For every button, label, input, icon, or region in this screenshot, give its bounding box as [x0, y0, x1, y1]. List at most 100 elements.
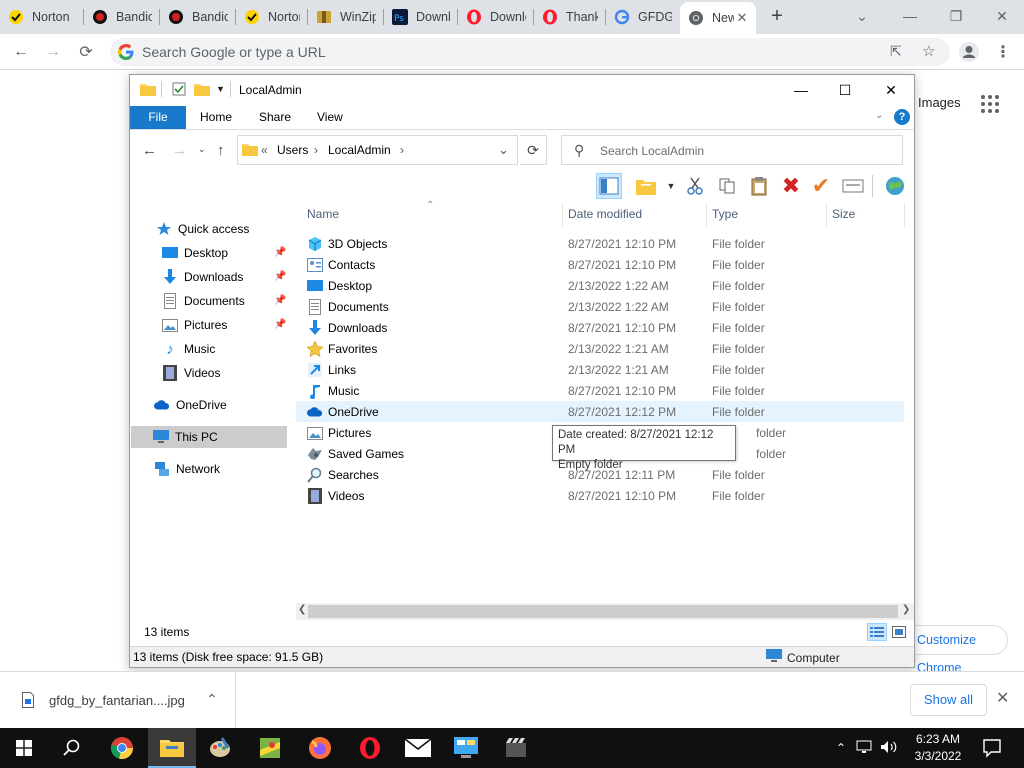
file-row[interactable]: Downloads 8/27/2021 12:10 PM File folder: [296, 317, 904, 338]
back-icon[interactable]: ←: [142, 142, 157, 159]
notifications-icon[interactable]: [982, 738, 1002, 761]
show-hidden-icons-icon[interactable]: ⌃: [836, 741, 846, 755]
column-name[interactable]: Name: [307, 207, 339, 221]
tab-search-icon[interactable]: ⌄: [848, 4, 876, 28]
file-row[interactable]: Favorites 2/13/2022 1:21 AM File folder: [296, 338, 904, 359]
column-divider[interactable]: [706, 203, 707, 227]
breadcrumb-users[interactable]: Users: [277, 143, 308, 157]
network-globe-icon[interactable]: [882, 173, 908, 199]
browser-tab[interactable]: Norton: [236, 2, 306, 32]
bookmark-star-icon[interactable]: ☆: [922, 42, 935, 60]
column-divider[interactable]: [826, 203, 827, 227]
column-type[interactable]: Type: [712, 207, 738, 221]
nav-network[interactable]: Network: [154, 458, 220, 480]
minimize-icon[interactable]: —: [896, 4, 924, 28]
breadcrumb-overflow[interactable]: «: [261, 143, 268, 157]
delete-icon[interactable]: ✖: [778, 173, 804, 199]
opera-icon[interactable]: [346, 728, 394, 768]
close-icon[interactable]: ✕: [868, 77, 914, 103]
reload-icon[interactable]: ⟳: [75, 41, 97, 63]
download-item[interactable]: gfdg_by_fantarian....jpg ⌃: [0, 672, 236, 728]
volume-icon[interactable]: [880, 740, 898, 757]
nav-videos[interactable]: Videos: [162, 362, 220, 384]
close-shelf-icon[interactable]: ✕: [996, 688, 1009, 708]
restore-icon[interactable]: ❐: [942, 4, 970, 28]
help-icon[interactable]: ?: [894, 109, 910, 125]
address-dropdown-icon[interactable]: ⌄: [498, 142, 509, 158]
images-link[interactable]: Images: [918, 95, 961, 110]
maps-app-icon[interactable]: [246, 728, 294, 768]
nav-documents[interactable]: Documents: [162, 290, 245, 312]
nav-this-pc[interactable]: This PC: [131, 426, 287, 448]
search-icon[interactable]: [48, 728, 96, 768]
forward-icon[interactable]: →: [42, 41, 64, 63]
nav-downloads[interactable]: Downloads: [162, 266, 243, 288]
mail-icon[interactable]: [394, 728, 442, 768]
tab-home[interactable]: Home: [200, 106, 232, 129]
expand-ribbon-icon[interactable]: ⌄: [875, 110, 883, 121]
browser-tab[interactable]: Bandicam: [84, 2, 158, 32]
nav-quick-access[interactable]: Quick access: [156, 218, 249, 240]
horizontal-scrollbar[interactable]: ❮ ❯: [296, 603, 914, 620]
rename-check-icon[interactable]: ✔: [808, 173, 834, 199]
file-row[interactable]: 3D Objects 8/27/2021 12:10 PM File folder: [296, 233, 904, 254]
minimize-icon[interactable]: —: [778, 77, 824, 103]
new-tab-button[interactable]: +: [766, 6, 788, 28]
search-box[interactable]: ⚲: [561, 135, 903, 165]
apps-grid-icon[interactable]: [980, 94, 1000, 117]
video-editor-icon[interactable]: [492, 728, 540, 768]
close-icon[interactable]: ✕: [988, 4, 1016, 28]
file-row[interactable]: Links 2/13/2022 1:21 AM File folder: [296, 359, 904, 380]
share-icon[interactable]: ⇱: [890, 43, 902, 60]
column-divider[interactable]: [562, 203, 563, 227]
column-date-modified[interactable]: Date modified: [568, 207, 642, 221]
breadcrumb-localadmin[interactable]: LocalAdmin: [328, 143, 391, 157]
copy-icon[interactable]: [714, 173, 740, 199]
refresh-icon[interactable]: ⟳: [520, 135, 547, 165]
file-row[interactable]: OneDrive 8/27/2021 12:12 PM File folder: [296, 401, 904, 422]
forward-icon[interactable]: →: [172, 142, 187, 159]
browser-tab[interactable]: Download: [458, 2, 532, 32]
new-folder-icon[interactable]: [194, 82, 210, 99]
customize-qat-icon[interactable]: ▼: [216, 84, 225, 94]
nav-music[interactable]: ♪ Music: [162, 338, 215, 360]
scroll-left-icon[interactable]: ❮: [298, 604, 306, 615]
chrome-menu-icon[interactable]: ⋮: [992, 41, 1014, 63]
file-row[interactable]: Music 8/27/2021 12:10 PM File folder: [296, 380, 904, 401]
nav-desktop[interactable]: Desktop: [162, 242, 228, 264]
profile-avatar-icon[interactable]: [958, 41, 980, 63]
new-item-dropdown-icon[interactable]: ▼: [658, 173, 684, 199]
browser-tab[interactable]: GFDG: [606, 2, 678, 32]
new-item-icon[interactable]: [634, 173, 660, 199]
browser-tab[interactable]: Thank: [534, 2, 604, 32]
omnibox[interactable]: ⇱ ☆: [110, 38, 950, 66]
network-status-icon[interactable]: [856, 740, 872, 757]
file-explorer-icon[interactable]: [148, 728, 196, 768]
breadcrumb-separator-icon[interactable]: ›: [400, 143, 404, 157]
chrome-icon[interactable]: [98, 728, 146, 768]
file-row[interactable]: Desktop 2/13/2022 1:22 AM File folder: [296, 275, 904, 296]
control-panel-icon[interactable]: [442, 728, 490, 768]
column-size[interactable]: Size: [832, 207, 855, 221]
search-input[interactable]: [600, 142, 890, 160]
firefox-icon[interactable]: [296, 728, 344, 768]
nav-pictures[interactable]: Pictures: [162, 314, 227, 336]
column-divider[interactable]: [904, 203, 905, 227]
address-bar[interactable]: « Users › LocalAdmin › ⌄: [237, 135, 518, 165]
file-row[interactable]: Videos 8/27/2021 12:10 PM File folder: [296, 485, 904, 506]
download-options-icon[interactable]: ⌃: [206, 691, 218, 708]
file-row[interactable]: Contacts 8/27/2021 12:10 PM File folder: [296, 254, 904, 275]
maximize-icon[interactable]: ☐: [822, 77, 868, 103]
paint-icon[interactable]: [196, 728, 244, 768]
close-tab-icon[interactable]: ✕: [734, 10, 750, 26]
browser-tab[interactable]: Bandicam: [160, 2, 234, 32]
start-windows-icon[interactable]: [0, 728, 48, 768]
preview-pane-icon[interactable]: [596, 173, 622, 199]
scrollbar-thumb[interactable]: [308, 605, 898, 618]
browser-tab[interactable]: New Tab✕: [680, 2, 756, 34]
show-all-downloads-button[interactable]: Show all: [910, 684, 987, 716]
scroll-right-icon[interactable]: ❯: [902, 604, 910, 615]
browser-tab[interactable]: WinZip: [308, 2, 382, 32]
back-icon[interactable]: ←: [10, 41, 32, 63]
details-view-icon[interactable]: [867, 623, 887, 641]
